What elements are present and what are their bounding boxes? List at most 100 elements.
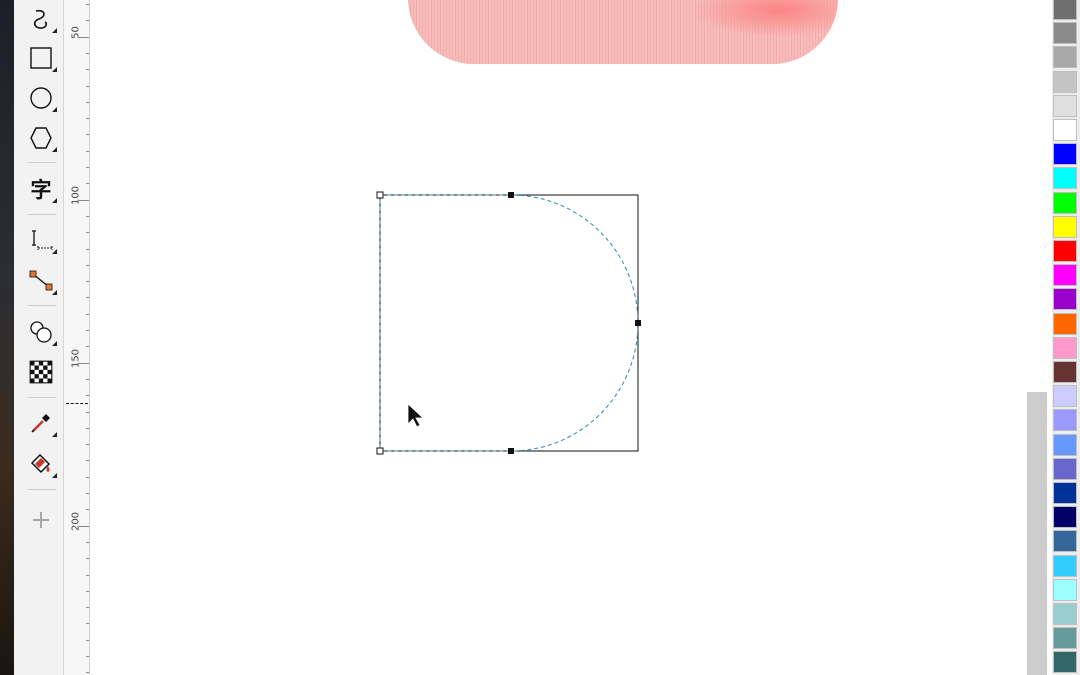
flyout-indicator bbox=[52, 28, 57, 33]
palette-swatch[interactable] bbox=[1053, 312, 1077, 335]
transparency-icon bbox=[29, 360, 53, 384]
ruler-tick bbox=[86, 378, 89, 380]
palette-swatch[interactable] bbox=[1053, 482, 1077, 504]
ruler-tick bbox=[86, 346, 89, 348]
eyedropper-tool-button[interactable] bbox=[24, 406, 58, 440]
ellipse-icon bbox=[30, 87, 52, 109]
palette-swatch[interactable] bbox=[1053, 530, 1077, 553]
ruler-tick bbox=[86, 590, 89, 592]
flyout-indicator bbox=[52, 432, 57, 437]
toolbox-separator bbox=[28, 397, 56, 398]
ruler-tick bbox=[86, 183, 89, 185]
node-handle[interactable] bbox=[508, 448, 514, 454]
palette-swatch[interactable] bbox=[1053, 215, 1077, 238]
palette-swatch[interactable] bbox=[1053, 506, 1077, 529]
palette-swatch[interactable] bbox=[1053, 651, 1077, 674]
flyout-indicator bbox=[52, 198, 57, 203]
transparency-tool-button[interactable] bbox=[24, 355, 58, 389]
palette-swatch[interactable] bbox=[1053, 240, 1077, 262]
palette-swatch[interactable] bbox=[1053, 288, 1077, 311]
ruler-tick bbox=[86, 150, 89, 152]
ruler-tick bbox=[86, 232, 89, 234]
dimension-tool-button[interactable] bbox=[24, 223, 58, 257]
ruler-tick bbox=[86, 118, 89, 120]
blend-icon bbox=[30, 321, 52, 343]
ruler-tick bbox=[86, 101, 89, 103]
ruler-tick bbox=[86, 69, 89, 71]
palette-swatch[interactable] bbox=[1053, 264, 1077, 287]
ruler-tick bbox=[86, 672, 89, 674]
text-tool-button[interactable]: 字 bbox=[24, 172, 58, 206]
palette-swatch[interactable] bbox=[1053, 627, 1077, 650]
ruler-label: 50 bbox=[70, 26, 82, 39]
flyout-indicator bbox=[52, 107, 57, 112]
rectangle-tool-button[interactable] bbox=[24, 41, 58, 75]
palette-swatch[interactable] bbox=[1053, 46, 1077, 69]
palette-swatch[interactable] bbox=[1053, 361, 1077, 383]
palette-swatch[interactable] bbox=[1053, 167, 1077, 190]
palette-swatch[interactable] bbox=[1053, 457, 1077, 480]
ruler-tick bbox=[86, 167, 89, 168]
palette-swatch[interactable] bbox=[1053, 554, 1077, 577]
toolbox-separator bbox=[28, 214, 56, 215]
ruler-tick bbox=[86, 444, 89, 446]
color-palette bbox=[1052, 0, 1080, 675]
ruler-tick bbox=[86, 460, 89, 462]
toolbox-separator bbox=[28, 305, 56, 306]
palette-swatch[interactable] bbox=[1053, 143, 1077, 166]
palette-swatch[interactable] bbox=[1053, 191, 1077, 214]
ruler-tick bbox=[86, 85, 89, 87]
palette-swatch[interactable] bbox=[1053, 22, 1077, 45]
corner-handle[interactable] bbox=[376, 191, 384, 199]
ruler-tick bbox=[86, 134, 89, 136]
palette-swatch[interactable] bbox=[1053, 0, 1077, 20]
toolbox-separator bbox=[28, 162, 56, 163]
ruler-tick bbox=[86, 248, 89, 250]
node-handle[interactable] bbox=[508, 192, 514, 198]
fill-bucket-icon bbox=[30, 453, 51, 474]
palette-swatch[interactable] bbox=[1053, 578, 1077, 601]
mouse-pointer-icon bbox=[407, 403, 425, 428]
flyout-indicator bbox=[52, 147, 57, 152]
drawing-canvas[interactable] bbox=[90, 0, 1027, 675]
flyout-indicator bbox=[52, 341, 57, 346]
palette-swatch[interactable] bbox=[1053, 603, 1077, 625]
toolbox: 字 bbox=[14, 0, 64, 675]
palette-swatch[interactable] bbox=[1053, 70, 1077, 93]
interactive-fill-tool-button[interactable] bbox=[24, 447, 58, 481]
ruler-cursor-marker bbox=[66, 403, 88, 404]
flyout-indicator bbox=[52, 249, 57, 254]
palette-swatch[interactable] bbox=[1053, 385, 1077, 408]
ruler-tick bbox=[86, 264, 89, 266]
polygon-tool-button[interactable] bbox=[24, 121, 58, 155]
plus-icon bbox=[33, 512, 49, 528]
palette-swatch[interactable] bbox=[1053, 409, 1077, 432]
ruler-tick bbox=[86, 607, 89, 609]
ruler-tick bbox=[86, 411, 89, 413]
connector-tool-button[interactable] bbox=[24, 264, 58, 298]
polygon-icon bbox=[30, 127, 52, 149]
ruler-tick bbox=[86, 313, 89, 315]
ruler-tick bbox=[86, 558, 89, 560]
vertical-scrollbar-thumb[interactable] bbox=[1027, 392, 1047, 675]
add-tool-button[interactable] bbox=[24, 503, 58, 537]
freehand-tool-button[interactable] bbox=[24, 2, 58, 36]
palette-swatch[interactable] bbox=[1053, 94, 1077, 117]
d-shape-curve[interactable] bbox=[379, 194, 639, 452]
palette-swatch[interactable] bbox=[1053, 433, 1077, 456]
vertical-ruler[interactable]: 50 100 150 200 bbox=[64, 0, 90, 675]
corner-handle[interactable] bbox=[376, 447, 384, 455]
dimension-icon bbox=[32, 230, 53, 250]
node-handle[interactable] bbox=[635, 320, 641, 326]
ruler-tick bbox=[86, 215, 89, 217]
ruler-tick bbox=[86, 20, 89, 22]
bounding-box-outline[interactable] bbox=[379, 194, 639, 452]
ruler-tick bbox=[86, 281, 89, 283]
palette-swatch[interactable] bbox=[1053, 119, 1077, 141]
blend-tool-button[interactable] bbox=[24, 315, 58, 349]
palette-swatch[interactable] bbox=[1053, 336, 1077, 359]
ruler-tick bbox=[86, 656, 89, 657]
ruler-tick bbox=[86, 541, 89, 543]
flyout-indicator bbox=[52, 473, 57, 478]
ellipse-tool-button[interactable] bbox=[24, 81, 58, 115]
